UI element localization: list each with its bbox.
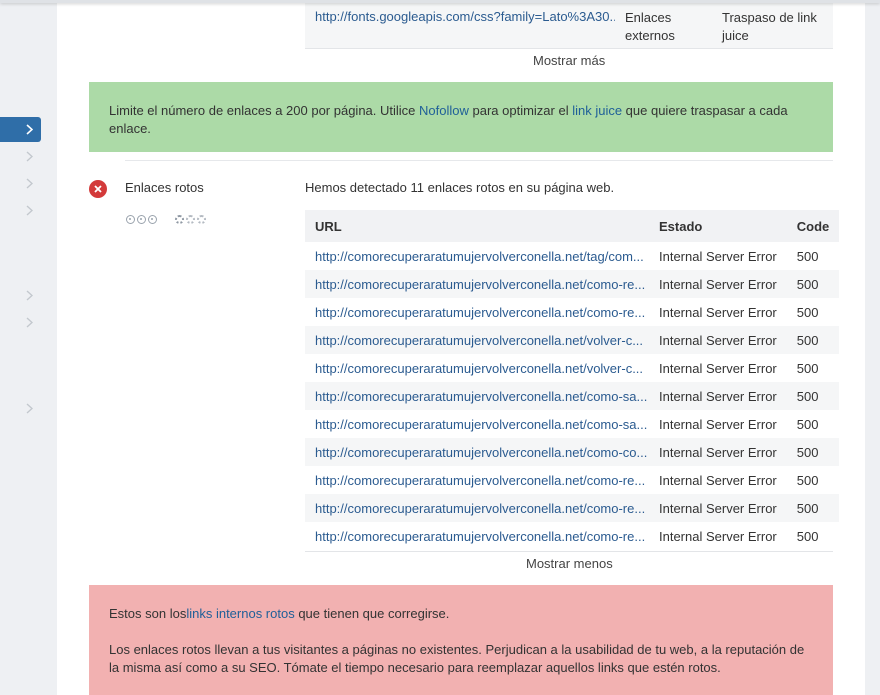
right-gutter (865, 0, 880, 695)
chevron-right-icon[interactable] (26, 290, 33, 301)
link-juice-link[interactable]: link juice (572, 103, 622, 118)
chevron-right-icon[interactable] (26, 317, 33, 328)
broken-link-state: Internal Server Error (649, 242, 787, 270)
chevron-right-icon[interactable] (26, 205, 33, 216)
priority-dot-icon (137, 215, 146, 224)
chevron-right-icon[interactable] (26, 178, 33, 189)
priority-indicator (126, 215, 157, 224)
broken-links-notice: Estos son loslinks internos rotos que ti… (89, 585, 833, 695)
top-shadow-bar (0, 0, 880, 3)
broken-link-code: 500 (786, 326, 840, 354)
column-header-code: Code (786, 210, 840, 242)
external-link-type: Enlaces externos (625, 10, 675, 43)
broken-link-url[interactable]: http://comorecuperaratumujervolverconell… (315, 473, 647, 488)
internal-broken-links-link[interactable]: links internos rotos (186, 606, 294, 621)
error-icon (89, 180, 107, 198)
table-row: http://comorecuperaratumujervolverconell… (305, 354, 840, 382)
sidebar (0, 0, 57, 695)
notice-text: para optimizar el (468, 103, 573, 118)
broken-link-code: 500 (786, 494, 840, 522)
broken-link-code: 500 (786, 522, 840, 550)
table-row: http://comorecuperaratumujervolverconell… (305, 466, 840, 494)
show-more-link[interactable]: Mostrar más (533, 53, 605, 68)
table-row: http://comorecuperaratumujervolverconell… (305, 494, 840, 522)
broken-link-url[interactable]: http://comorecuperaratumujervolverconell… (315, 249, 647, 264)
broken-link-state: Internal Server Error (649, 326, 787, 354)
table-bottom-border (305, 551, 833, 552)
broken-links-summary: Hemos detectado 11 enlaces rotos en su p… (305, 180, 615, 195)
section-divider (125, 160, 833, 161)
gear-icon (186, 215, 195, 224)
broken-link-url[interactable]: http://comorecuperaratumujervolverconell… (315, 389, 647, 404)
broken-link-url[interactable]: http://comorecuperaratumujervolverconell… (315, 529, 647, 544)
broken-link-code: 500 (786, 270, 840, 298)
table-row: http://comorecuperaratumujervolverconell… (305, 438, 840, 466)
broken-link-code: 500 (786, 410, 840, 438)
external-links-row: http://fonts.googleapis.com/css?family=L… (305, 0, 833, 49)
broken-link-code: 500 (786, 438, 840, 466)
broken-link-code: 500 (786, 242, 840, 270)
chevron-right-icon[interactable] (26, 403, 33, 414)
notice-text: Estos son los (109, 606, 187, 621)
chevron-right-icon (26, 124, 33, 135)
broken-link-state: Internal Server Error (649, 354, 787, 382)
column-header-state: Estado (649, 210, 787, 242)
broken-link-url[interactable]: http://comorecuperaratumujervolverconell… (315, 333, 647, 348)
table-row: http://comorecuperaratumujervolverconell… (305, 298, 840, 326)
gear-icon (175, 215, 184, 224)
notice-text: que tienen que corregirse. (294, 606, 450, 621)
broken-link-url[interactable]: http://comorecuperaratumujervolverconell… (315, 277, 647, 292)
show-less-link[interactable]: Mostrar menos (526, 556, 613, 571)
broken-link-state: Internal Server Error (649, 270, 787, 298)
broken-link-state: Internal Server Error (649, 410, 787, 438)
table-header-row: URL Estado Code (305, 210, 840, 242)
section-title: Enlaces rotos (125, 180, 204, 195)
notice-paragraph: Estos son loslinks internos rotos que ti… (109, 605, 813, 623)
chevron-right-icon[interactable] (26, 151, 33, 162)
broken-link-code: 500 (786, 382, 840, 410)
difficulty-indicator (175, 215, 206, 224)
broken-link-url[interactable]: http://comorecuperaratumujervolverconell… (315, 417, 647, 432)
table-row: http://comorecuperaratumujervolverconell… (305, 410, 840, 438)
broken-link-state: Internal Server Error (649, 382, 787, 410)
external-link-url[interactable]: http://fonts.googleapis.com/css?family=L… (315, 9, 615, 24)
broken-link-state: Internal Server Error (649, 522, 787, 550)
broken-link-url[interactable]: http://comorecuperaratumujervolverconell… (315, 361, 647, 376)
table-row: http://comorecuperaratumujervolverconell… (305, 522, 840, 550)
broken-link-code: 500 (786, 466, 840, 494)
broken-link-code: 500 (786, 298, 840, 326)
priority-dot-icon (126, 215, 135, 224)
table-row: http://comorecuperaratumujervolverconell… (305, 270, 840, 298)
broken-link-state: Internal Server Error (649, 494, 787, 522)
broken-link-state: Internal Server Error (649, 466, 787, 494)
table-row: http://comorecuperaratumujervolverconell… (305, 326, 840, 354)
broken-link-state: Internal Server Error (649, 438, 787, 466)
broken-link-url[interactable]: http://comorecuperaratumujervolverconell… (315, 501, 647, 516)
gear-icon (197, 215, 206, 224)
broken-link-url[interactable]: http://comorecuperaratumujervolverconell… (315, 445, 647, 460)
sidebar-item-active[interactable] (0, 117, 41, 142)
table-row: http://comorecuperaratumujervolverconell… (305, 382, 840, 410)
broken-links-table: URL Estado Code http://comorecuperaratum… (305, 210, 840, 550)
column-header-url: URL (305, 210, 649, 242)
links-limit-notice: Limite el número de enlaces a 200 por pá… (89, 82, 833, 152)
nofollow-link[interactable]: Nofollow (419, 103, 469, 118)
broken-link-code: 500 (786, 354, 840, 382)
notice-text: Limite el número de enlaces a 200 por pá… (109, 103, 420, 118)
broken-link-state: Internal Server Error (649, 298, 787, 326)
broken-link-url[interactable]: http://comorecuperaratumujervolverconell… (315, 305, 647, 320)
priority-dot-icon (148, 215, 157, 224)
external-link-juice: Traspaso de link juice (722, 10, 817, 43)
table-row: http://comorecuperaratumujervolverconell… (305, 242, 840, 270)
notice-paragraph: Los enlaces rotos llevan a tus visitante… (109, 642, 805, 675)
